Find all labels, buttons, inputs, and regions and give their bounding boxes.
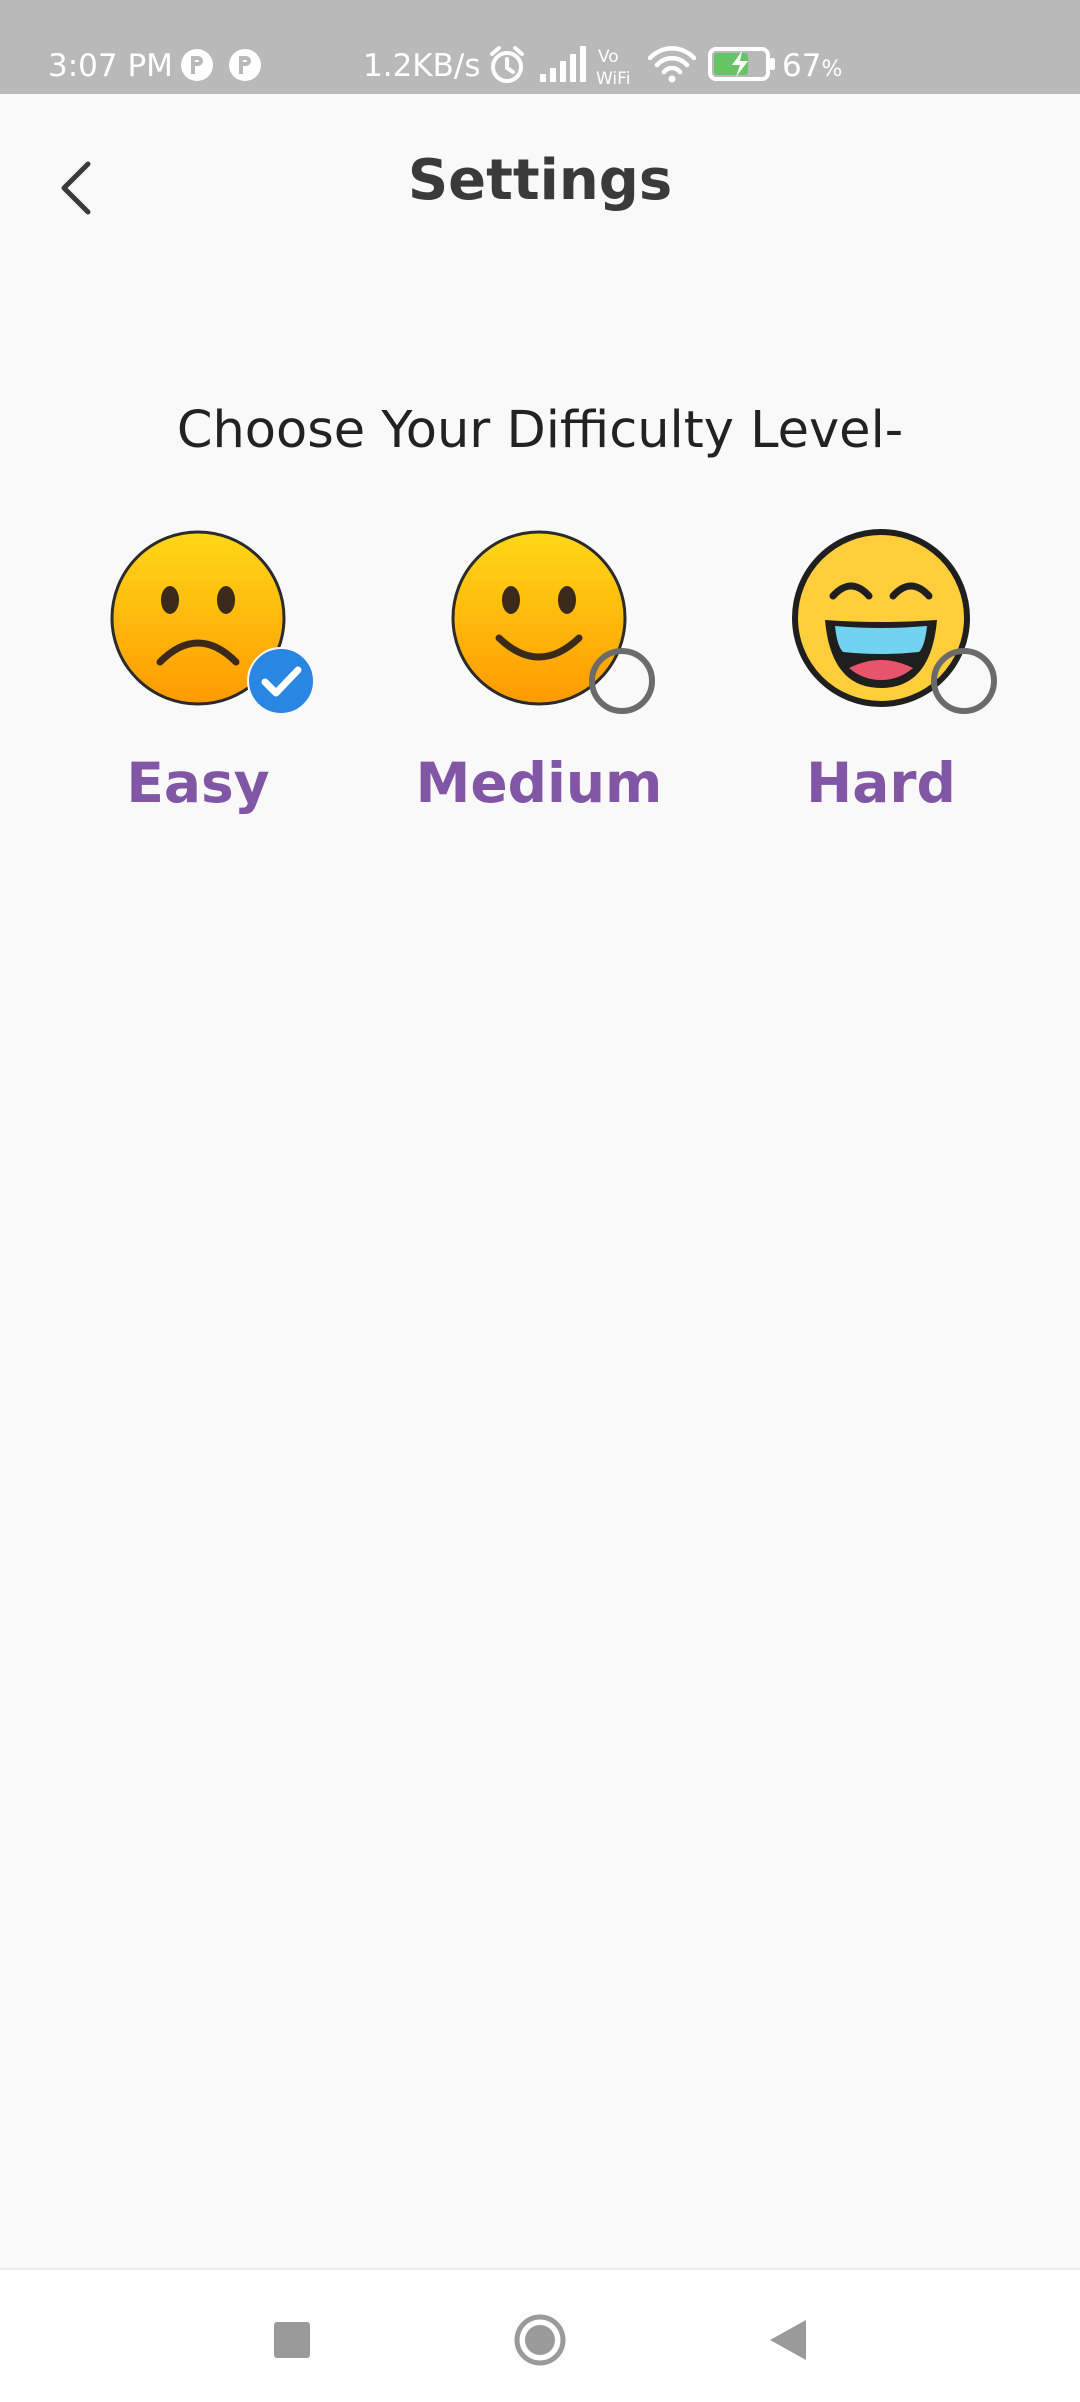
notification-icon	[229, 49, 261, 81]
status-bar: 3:07 PM 1.2KB/s Vo WiFi 67%	[0, 0, 1080, 94]
unselected-radio-icon	[931, 648, 997, 714]
difficulty-option-easy[interactable]: Easy	[48, 528, 348, 828]
back-icon[interactable]	[748, 2300, 828, 2380]
battery-percent-value: 67	[782, 48, 822, 84]
status-time: 3:07 PM	[48, 48, 173, 84]
difficulty-label-medium: Medium	[415, 751, 663, 815]
network-speed: 1.2KB/s	[363, 48, 481, 84]
selected-check-icon	[247, 647, 315, 715]
battery-charging-icon	[708, 47, 775, 81]
difficulty-prompt: Choose Your Difficulty Level-	[176, 401, 904, 460]
unselected-radio-icon	[589, 648, 655, 714]
page-title: Settings	[407, 148, 673, 213]
home-icon[interactable]	[500, 2300, 580, 2380]
recent-apps-icon[interactable]	[252, 2300, 332, 2380]
svg-text:WiFi: WiFi	[596, 69, 630, 89]
alarm-icon	[490, 46, 524, 83]
difficulty-label-hard: Hard	[806, 751, 956, 815]
signal-icon	[540, 46, 586, 82]
system-nav-bar	[0, 2268, 1080, 2402]
svg-text:Vo: Vo	[598, 47, 619, 67]
battery-percent-unit: %	[821, 57, 843, 82]
difficulty-option-hard[interactable]: Hard	[731, 528, 1031, 828]
difficulty-option-medium[interactable]: Medium	[389, 528, 689, 828]
notification-icon	[181, 49, 213, 81]
wifi-icon	[648, 46, 696, 83]
vowifi-icon: Vo WiFi	[596, 47, 630, 89]
battery-percent: 67%	[782, 46, 842, 90]
difficulty-label-easy: Easy	[126, 751, 270, 815]
app-header: Settings	[0, 94, 1080, 274]
